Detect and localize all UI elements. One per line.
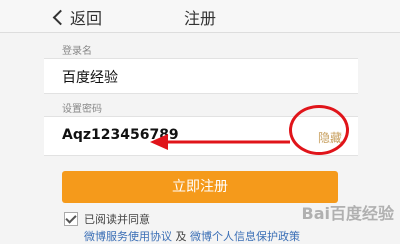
red-arrow-annotation: [150, 134, 290, 150]
username-section-label: 登录名: [62, 46, 92, 57]
register-button[interactable]: 立即注册: [62, 171, 338, 203]
terms-line: 微博服务使用协议 及 微博个人信息保护政策: [84, 228, 300, 244]
checkmark-icon: [65, 212, 77, 224]
privacy-policy-link[interactable]: 微博个人信息保护政策: [190, 230, 300, 243]
username-row: 百度经验: [44, 58, 358, 94]
red-circle-annotation: [289, 105, 349, 155]
page-title: 注册: [183, 9, 216, 28]
terms-separator: 及: [175, 230, 187, 243]
password-section-label: 设置密码: [62, 104, 102, 115]
username-field[interactable]: 百度经验: [62, 67, 118, 87]
service-agreement-link[interactable]: 微博服务使用协议: [84, 230, 172, 243]
agree-checkbox[interactable]: [64, 212, 78, 226]
agree-text: 已阅读并同意: [84, 213, 150, 226]
baidu-watermark: Bai百度经验: [301, 204, 394, 223]
nav-bar: 返回 注册: [0, 0, 400, 33]
